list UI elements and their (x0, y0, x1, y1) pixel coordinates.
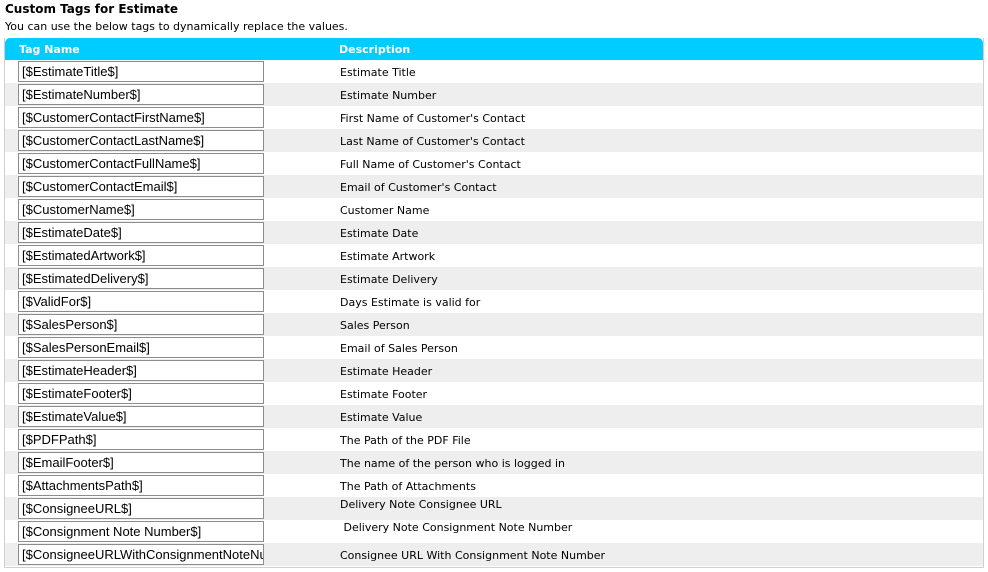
column-header-tag-name: Tag Name (19, 43, 80, 56)
tag-description: Estimate Header (340, 365, 433, 378)
table-row: Estimate Number (5, 83, 983, 106)
tag-name-input[interactable] (18, 406, 264, 427)
tag-description: Estimate Delivery (340, 273, 438, 286)
tag-name-input[interactable] (18, 268, 264, 289)
tag-name-input[interactable] (18, 153, 264, 174)
table-row: Estimate Delivery (5, 267, 983, 290)
tag-description: The Path of the PDF File (340, 434, 471, 447)
table-row: The name of the person who is logged in (5, 451, 983, 474)
table-row: The Path of Attachments (5, 474, 983, 497)
table-row: Estimate Value (5, 405, 983, 428)
table-row: The Path of the PDF File (5, 428, 983, 451)
tag-name-input[interactable] (18, 245, 264, 266)
table-row: Customer Name (5, 198, 983, 221)
table-row: Full Name of Customer's Contact (5, 152, 983, 175)
table-header: Tag Name Description (5, 38, 983, 60)
tag-name-input[interactable] (18, 107, 264, 128)
tag-description: Consignee URL With Consignment Note Numb… (340, 549, 606, 562)
tag-description: Delivery Note Consignment Note Number (340, 521, 573, 534)
table-row: Estimate Footer (5, 382, 983, 405)
tag-description: Customer Name (340, 204, 430, 217)
table-row: Days Estimate is valid for (5, 290, 983, 313)
table-row: Delivery Note Consignee URL (5, 497, 983, 520)
page-subtitle: You can use the below tags to dynamicall… (5, 20, 348, 33)
tag-description: The name of the person who is logged in (340, 457, 566, 470)
tag-description: Sales Person (340, 319, 410, 332)
tag-name-input[interactable] (18, 291, 264, 312)
tag-name-input[interactable] (18, 383, 264, 404)
table-row: Delivery Note Consignment Note Number (5, 520, 983, 543)
tag-name-input[interactable] (18, 314, 264, 335)
tag-description: Estimate Artwork (340, 250, 436, 263)
tag-name-input[interactable] (18, 498, 264, 519)
tag-name-input[interactable] (18, 337, 264, 358)
table-row: Last Name of Customer's Contact (5, 129, 983, 152)
tag-name-input[interactable] (18, 61, 264, 82)
tag-name-input[interactable] (18, 130, 264, 151)
tag-description: Estimate Number (340, 89, 437, 102)
tag-name-input[interactable] (18, 521, 264, 542)
tag-description: Estimate Title (340, 66, 416, 79)
column-header-description: Description (339, 43, 411, 56)
tag-name-input[interactable] (18, 199, 264, 220)
tag-description: Days Estimate is valid for (340, 296, 481, 309)
table-row: Estimate Artwork (5, 244, 983, 267)
tag-description: Estimate Date (340, 227, 419, 240)
table-row: Estimate Title (5, 60, 983, 83)
tag-name-input[interactable] (18, 176, 264, 197)
tag-name-input[interactable] (18, 475, 264, 496)
tag-name-input[interactable] (18, 360, 264, 381)
table-row: Estimate Date (5, 221, 983, 244)
tag-description: Email of Sales Person (340, 342, 458, 355)
table-row: Email of Customer's Contact (5, 175, 983, 198)
tag-description: Email of Customer's Contact (340, 181, 497, 194)
table-row: First Name of Customer's Contact (5, 106, 983, 129)
tag-description: Delivery Note Consignee URL (340, 498, 502, 511)
tag-name-input[interactable] (18, 222, 264, 243)
tag-name-input[interactable] (18, 429, 264, 450)
table-row: Sales Person (5, 313, 983, 336)
tag-description: Full Name of Customer's Contact (340, 158, 521, 171)
custom-tags-table: Tag Name Description Estimate TitleEstim… (4, 38, 984, 568)
tag-description: Estimate Footer (340, 388, 428, 401)
tag-description: First Name of Customer's Contact (340, 112, 526, 125)
tag-name-input[interactable] (18, 84, 264, 105)
table-row: Consignee URL With Consignment Note Numb… (5, 543, 983, 566)
table-row: Estimate Header (5, 359, 983, 382)
tag-description: Last Name of Customer's Contact (340, 135, 525, 148)
table-body: Estimate Title Estimate Number First Name … (5, 60, 983, 566)
tag-name-input[interactable] (18, 452, 264, 473)
page-title: Custom Tags for Estimate (5, 2, 179, 16)
tag-name-input[interactable] (18, 544, 264, 565)
tag-description: Estimate Value (340, 411, 423, 424)
tag-description: The Path of Attachments (340, 480, 476, 493)
table-row: Email of Sales Person (5, 336, 983, 359)
